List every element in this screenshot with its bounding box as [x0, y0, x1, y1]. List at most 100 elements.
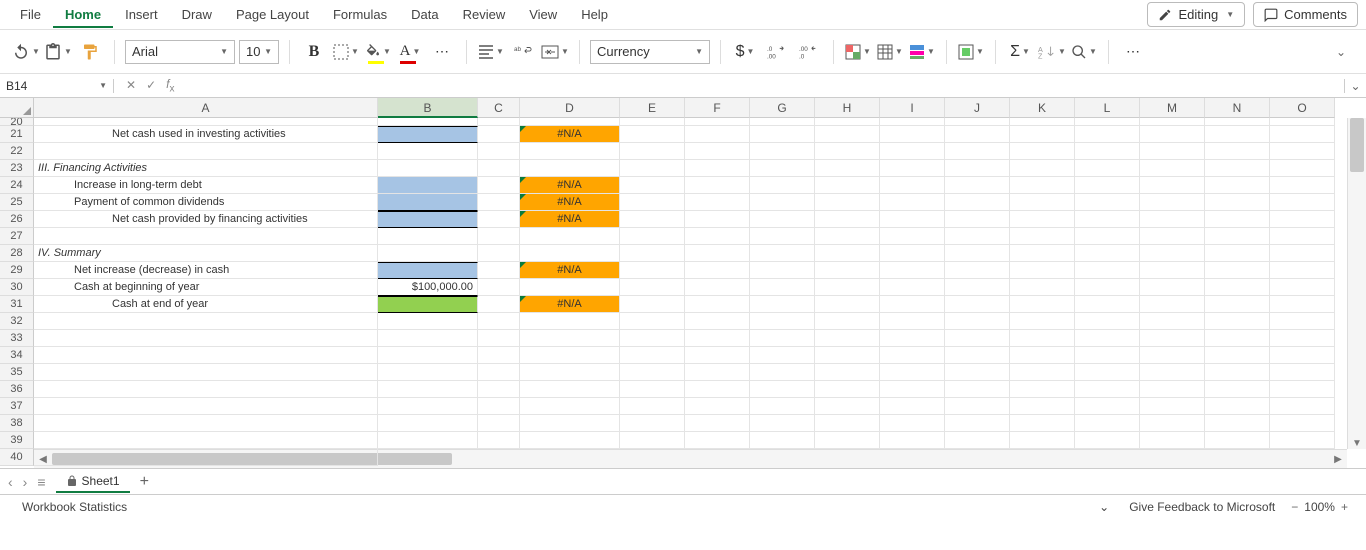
cell-B28[interactable]: [378, 245, 478, 262]
cell-G25[interactable]: [750, 194, 815, 211]
cell-I24[interactable]: [880, 177, 945, 194]
cell-H37[interactable]: [815, 398, 880, 415]
cell-L34[interactable]: [1075, 347, 1140, 364]
cell-B35[interactable]: [378, 364, 478, 381]
cell-D28[interactable]: [520, 245, 620, 262]
cell-H22[interactable]: [815, 143, 880, 160]
tab-page-layout[interactable]: Page Layout: [224, 3, 321, 26]
cell-K21[interactable]: [1010, 126, 1075, 143]
cell-H30[interactable]: [815, 279, 880, 296]
cell-B36[interactable]: [378, 381, 478, 398]
format-painter-button[interactable]: [76, 38, 104, 66]
cell-L21[interactable]: [1075, 126, 1140, 143]
row-header-40[interactable]: 40: [0, 449, 34, 466]
cell-E35[interactable]: [620, 364, 685, 381]
cell-L39[interactable]: [1075, 432, 1140, 449]
cell-G31[interactable]: [750, 296, 815, 313]
cell-G28[interactable]: [750, 245, 815, 262]
cell-M22[interactable]: [1140, 143, 1205, 160]
currency-button[interactable]: $▼: [731, 38, 759, 66]
cell-C39[interactable]: [478, 432, 520, 449]
cell-L20[interactable]: [1075, 118, 1140, 126]
cell-A28[interactable]: IV. Summary: [34, 245, 378, 262]
cell-K33[interactable]: [1010, 330, 1075, 347]
cell-N31[interactable]: [1205, 296, 1270, 313]
cell-G21[interactable]: [750, 126, 815, 143]
cell-C36[interactable]: [478, 381, 520, 398]
cell-B37[interactable]: [378, 398, 478, 415]
cell-L37[interactable]: [1075, 398, 1140, 415]
cell-I33[interactable]: [880, 330, 945, 347]
row-header-22[interactable]: 22: [0, 143, 34, 160]
cell-F34[interactable]: [685, 347, 750, 364]
cell-C21[interactable]: [478, 126, 520, 143]
cell-G29[interactable]: [750, 262, 815, 279]
cell-F36[interactable]: [685, 381, 750, 398]
row-header-24[interactable]: 24: [0, 177, 34, 194]
cell-H20[interactable]: [815, 118, 880, 126]
cell-O21[interactable]: [1270, 126, 1335, 143]
cell-B23[interactable]: [378, 160, 478, 177]
cell-C30[interactable]: [478, 279, 520, 296]
cell-H35[interactable]: [815, 364, 880, 381]
cell-I35[interactable]: [880, 364, 945, 381]
cell-F27[interactable]: [685, 228, 750, 245]
cell-I37[interactable]: [880, 398, 945, 415]
row-header-34[interactable]: 34: [0, 347, 34, 364]
cell-A31[interactable]: Cash at end of year: [34, 296, 378, 313]
cell-D23[interactable]: [520, 160, 620, 177]
cell-D27[interactable]: [520, 228, 620, 245]
cell-G35[interactable]: [750, 364, 815, 381]
cell-O28[interactable]: [1270, 245, 1335, 262]
font-name-select[interactable]: Arial▼: [125, 40, 235, 64]
cell-O20[interactable]: [1270, 118, 1335, 126]
column-header-B[interactable]: B: [378, 98, 478, 118]
cell-K27[interactable]: [1010, 228, 1075, 245]
cell-J30[interactable]: [945, 279, 1010, 296]
cell-A40[interactable]: [34, 449, 378, 466]
cell-B25[interactable]: [378, 194, 478, 211]
cell-E22[interactable]: [620, 143, 685, 160]
cell-C23[interactable]: [478, 160, 520, 177]
cell-A39[interactable]: [34, 432, 378, 449]
column-header-L[interactable]: L: [1075, 98, 1140, 118]
cell-D32[interactable]: [520, 313, 620, 330]
cell-E31[interactable]: [620, 296, 685, 313]
cell-D34[interactable]: [520, 347, 620, 364]
cell-H34[interactable]: [815, 347, 880, 364]
cell-D21[interactable]: #N/A: [520, 126, 620, 143]
cell-L30[interactable]: [1075, 279, 1140, 296]
cell-I26[interactable]: [880, 211, 945, 228]
cell-H32[interactable]: [815, 313, 880, 330]
cell-L23[interactable]: [1075, 160, 1140, 177]
cell-J26[interactable]: [945, 211, 1010, 228]
cell-E20[interactable]: [620, 118, 685, 126]
cell-F21[interactable]: [685, 126, 750, 143]
zoom-in-button[interactable]: +: [1335, 500, 1354, 514]
cell-I28[interactable]: [880, 245, 945, 262]
cell-I34[interactable]: [880, 347, 945, 364]
cell-F20[interactable]: [685, 118, 750, 126]
cell-O23[interactable]: [1270, 160, 1335, 177]
cell-J32[interactable]: [945, 313, 1010, 330]
column-header-C[interactable]: C: [478, 98, 520, 118]
cell-C33[interactable]: [478, 330, 520, 347]
all-sheets-button[interactable]: ≡: [37, 474, 45, 490]
cell-A21[interactable]: Net cash used in investing activities: [34, 126, 378, 143]
cell-C20[interactable]: [478, 118, 520, 126]
cell-K29[interactable]: [1010, 262, 1075, 279]
tab-draw[interactable]: Draw: [170, 3, 224, 26]
cell-E26[interactable]: [620, 211, 685, 228]
next-sheet-button[interactable]: ›: [23, 474, 28, 490]
column-header-N[interactable]: N: [1205, 98, 1270, 118]
row-header-29[interactable]: 29: [0, 262, 34, 279]
cell-K32[interactable]: [1010, 313, 1075, 330]
scroll-down-button[interactable]: ▼: [1348, 438, 1366, 449]
cells-area[interactable]: Net cash used in investing activities #N/…: [34, 118, 1347, 449]
cell-G32[interactable]: [750, 313, 815, 330]
bold-button[interactable]: B: [300, 38, 328, 66]
row-header-33[interactable]: 33: [0, 330, 34, 347]
cell-F31[interactable]: [685, 296, 750, 313]
cell-M31[interactable]: [1140, 296, 1205, 313]
cell-G36[interactable]: [750, 381, 815, 398]
